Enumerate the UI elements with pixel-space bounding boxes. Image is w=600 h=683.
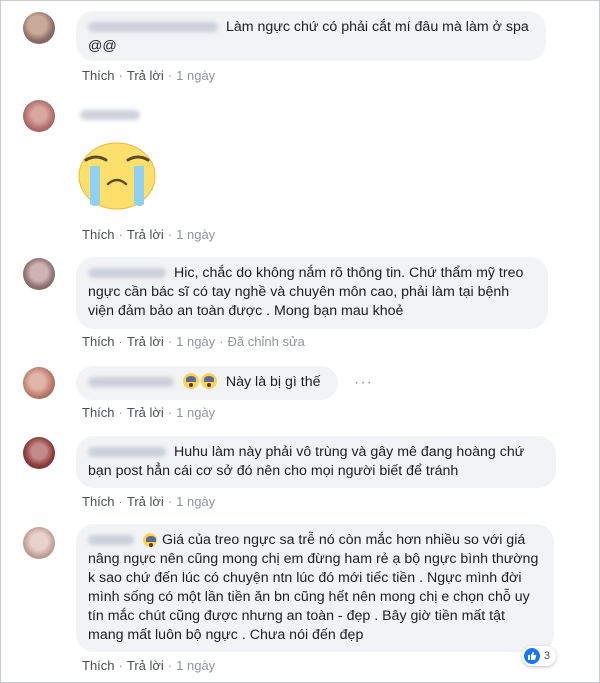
comment-actions: Thích · Trả lời · 1 ngày <box>82 68 216 83</box>
reply-link[interactable]: Trả lời <box>127 658 164 673</box>
more-options-icon[interactable]: ··· <box>354 374 373 392</box>
like-link[interactable]: Thích <box>82 68 115 83</box>
comment-actions: Thích · Trả lời · 1 ngày <box>82 405 216 420</box>
author-name-blurred[interactable] <box>80 110 140 120</box>
avatar[interactable] <box>23 367 55 399</box>
avatar[interactable] <box>23 437 55 469</box>
author-name-blurred[interactable] <box>88 268 166 279</box>
thumbs-up-icon <box>523 648 540 664</box>
reaction-badge[interactable]: 3 <box>521 646 556 666</box>
timestamp[interactable]: 1 ngày <box>176 227 215 242</box>
author-name-blurred[interactable] <box>88 447 166 458</box>
avatar[interactable] <box>23 258 55 290</box>
crying-face-sticker <box>76 140 158 210</box>
comment-actions: Thích · Trả lời · 1 ngày <box>82 227 216 242</box>
like-link[interactable]: Thích <box>82 405 115 420</box>
reply-link[interactable]: Trả lời <box>127 405 164 420</box>
timestamp[interactable]: 1 ngày <box>176 658 215 673</box>
avatar[interactable] <box>23 100 55 132</box>
comment-actions: Thích · Trả lời · 1 ngày · Đã chỉnh sửa <box>82 334 305 349</box>
author-name-blurred[interactable] <box>88 377 174 388</box>
comment-bubble: Này là bị gì thế <box>76 366 338 400</box>
comment-actions: Thích · Trả lời · 1 ngày <box>82 494 216 509</box>
edited-label[interactable]: Đã chỉnh sửa <box>228 334 305 349</box>
reaction-count: 3 <box>543 650 550 662</box>
author-name-blurred[interactable] <box>88 535 134 546</box>
timestamp[interactable]: 1 ngày <box>176 334 215 349</box>
like-link[interactable]: Thích <box>82 658 115 673</box>
crying-face-icon <box>78 142 156 210</box>
reply-link[interactable]: Trả lời <box>127 227 164 242</box>
author-name-blurred[interactable] <box>88 22 218 33</box>
comment-bubble: Làm ngực chứ có phải cắt mí đâu mà làm ở… <box>76 11 546 61</box>
avatar[interactable] <box>23 527 55 559</box>
comment-bubble: Giá của treo ngực sa trễ nó còn mắc hơn … <box>76 524 554 652</box>
comment-bubble: Hic, chắc do không nắm rõ thông tin. Chứ… <box>76 257 548 329</box>
comment-bubble: Huhu làm này phải vô trùng và gây mê đan… <box>76 436 556 488</box>
avatar[interactable] <box>23 12 55 44</box>
comment-text: Giá của treo ngực sa trễ nó còn mắc hơn … <box>88 532 539 643</box>
like-link[interactable]: Thích <box>82 494 115 509</box>
comment-actions: Thích · Trả lời · 1 ngày <box>82 658 216 673</box>
like-link[interactable]: Thích <box>82 334 115 349</box>
thinking-face-icon <box>143 533 157 547</box>
timestamp[interactable]: 1 ngày <box>176 405 215 420</box>
timestamp[interactable]: 1 ngày <box>176 494 215 509</box>
like-link[interactable]: Thích <box>82 227 115 242</box>
reply-link[interactable]: Trả lời <box>127 334 164 349</box>
reply-link[interactable]: Trả lời <box>127 494 164 509</box>
comment-text: Này là bị gì thế <box>225 374 321 390</box>
reply-link[interactable]: Trả lời <box>127 68 164 83</box>
screaming-face-icon <box>182 373 218 390</box>
timestamp[interactable]: 1 ngày <box>176 68 215 83</box>
